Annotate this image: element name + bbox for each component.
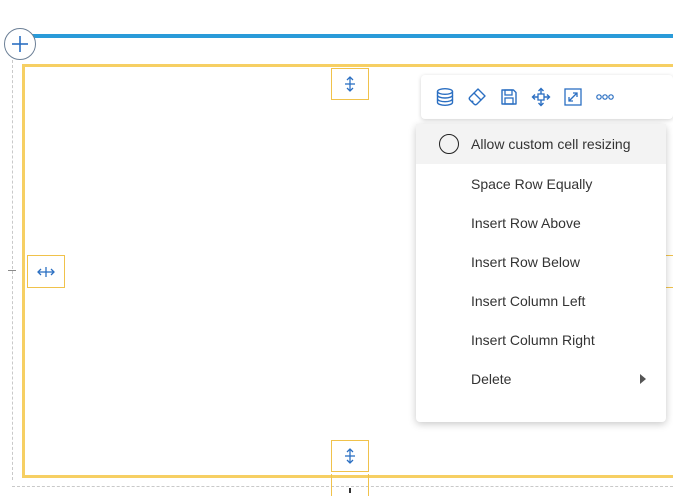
row-options-menu: Allow custom cell resizing Space Row Equ… bbox=[416, 124, 666, 422]
database-icon bbox=[436, 88, 454, 107]
row-style-button[interactable] bbox=[463, 83, 491, 111]
menu-item-insert-column-right[interactable]: Insert Column Right bbox=[416, 320, 666, 359]
vertical-resize-icon bbox=[345, 448, 355, 464]
row-move-button[interactable] bbox=[527, 83, 555, 111]
menu-item-label: Insert Column Left bbox=[471, 292, 586, 309]
submenu-arrow-icon bbox=[640, 373, 646, 384]
more-icon bbox=[596, 94, 614, 100]
row-resize-handle-bottom[interactable] bbox=[331, 440, 369, 472]
row-fullscreen-button[interactable] bbox=[559, 83, 587, 111]
menu-item-space-row-equally[interactable]: Space Row Equally bbox=[416, 164, 666, 203]
radio-unchecked-icon[interactable] bbox=[439, 134, 459, 154]
drag-marker bbox=[349, 488, 351, 493]
row-toolbar bbox=[421, 75, 673, 119]
expand-icon bbox=[564, 88, 582, 106]
menu-item-label: Allow custom cell resizing bbox=[471, 136, 631, 152]
menu-item-label: Insert Row Below bbox=[471, 253, 580, 270]
vertical-resize-icon bbox=[345, 76, 355, 92]
row-resize-handle-right-stub bbox=[666, 255, 673, 288]
horizontal-resize-icon bbox=[37, 266, 55, 277]
section-left-tick bbox=[8, 270, 16, 271]
menu-item-insert-row-above[interactable]: Insert Row Above bbox=[416, 203, 666, 242]
menu-item-label: Space Row Equally bbox=[471, 175, 593, 192]
row-more-button[interactable] bbox=[591, 83, 619, 111]
menu-item-label: Insert Column Right bbox=[471, 331, 595, 348]
menu-item-insert-row-below[interactable]: Insert Row Below bbox=[416, 242, 666, 281]
move-icon bbox=[531, 87, 551, 107]
menu-item-delete[interactable]: Delete bbox=[416, 359, 666, 398]
section-top-border bbox=[22, 34, 673, 38]
menu-item-allow-custom-cell-resizing[interactable]: Allow custom cell resizing bbox=[416, 124, 666, 164]
menu-item-label: Insert Row Above bbox=[471, 214, 581, 231]
column-resize-handle-left[interactable] bbox=[27, 255, 65, 288]
row-resize-handle-top[interactable] bbox=[331, 68, 369, 100]
row-save-button[interactable] bbox=[495, 83, 523, 111]
add-section-button[interactable] bbox=[4, 28, 36, 60]
paint-brush-icon bbox=[468, 88, 486, 106]
save-icon bbox=[501, 89, 517, 105]
plus-icon bbox=[12, 36, 28, 52]
menu-item-insert-column-left[interactable]: Insert Column Left bbox=[416, 281, 666, 320]
row-data-button[interactable] bbox=[431, 83, 459, 111]
menu-item-label: Delete bbox=[471, 370, 512, 387]
